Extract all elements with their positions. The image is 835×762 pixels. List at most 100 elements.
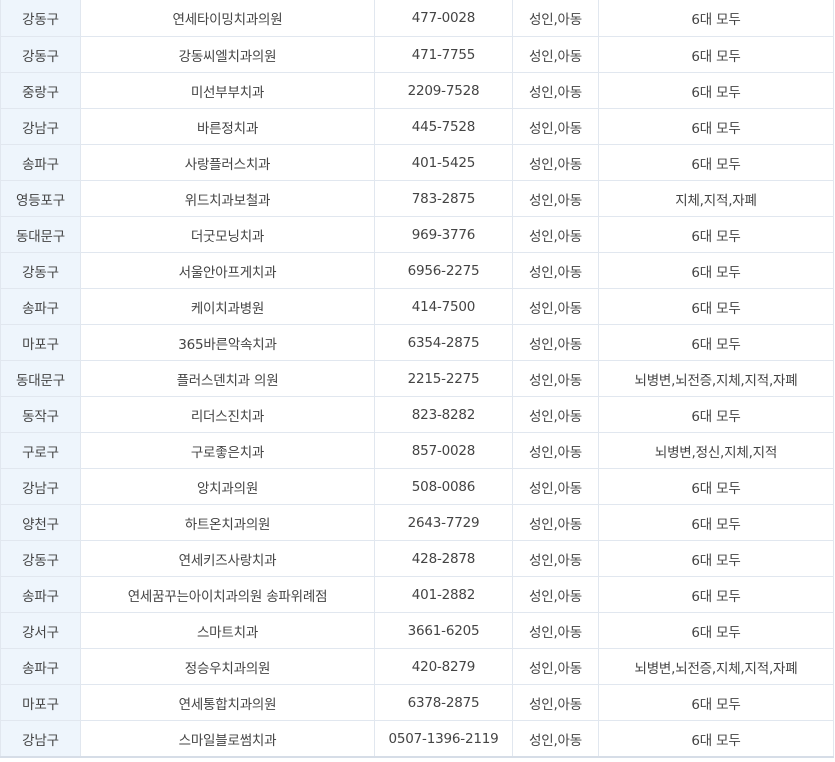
- district-cell: 송파구: [0, 648, 81, 685]
- table-row: 강동구 서울안아프게치과 6956-2275 성인,아동 6대 모두: [0, 252, 834, 289]
- table-row: 강남구 바른정치과 445-7528 성인,아동 6대 모두: [0, 108, 834, 145]
- disability-coverage-cell: 6대 모두: [598, 288, 834, 325]
- target-group-cell: 성인,아동: [512, 144, 599, 181]
- target-group-cell: 성인,아동: [512, 324, 599, 361]
- table-row: 동대문구 플러스덴치과 의원 2215-2275 성인,아동 뇌병변,뇌전증,지체,지적…: [0, 360, 834, 397]
- district-cell: 강남구: [0, 720, 81, 758]
- disability-coverage-cell: 6대 모두: [598, 396, 834, 433]
- phone-cell: 3661-6205: [374, 612, 513, 649]
- district-cell: 구로구: [0, 432, 81, 469]
- phone-cell: 857-0028: [374, 432, 513, 469]
- target-group-cell: 성인,아동: [512, 108, 599, 145]
- table-row: 구로구 구로좋은치과 857-0028 성인,아동 뇌병변,정신,지체,지적: [0, 432, 834, 469]
- target-group-cell: 성인,아동: [512, 72, 599, 109]
- target-group-cell: 성인,아동: [512, 180, 599, 217]
- clinic-name-cell: 리더스진치과: [80, 396, 375, 433]
- phone-cell: 401-5425: [374, 144, 513, 181]
- disability-coverage-cell: 뇌병변,정신,지체,지적: [598, 432, 834, 469]
- district-cell: 영등포구: [0, 180, 81, 217]
- district-cell: 송파구: [0, 576, 81, 613]
- table-row: 송파구 정승우치과의원 420-8279 성인,아동 뇌병변,뇌전증,지체,지적,자폐: [0, 648, 834, 685]
- phone-cell: 2215-2275: [374, 360, 513, 397]
- target-group-cell: 성인,아동: [512, 540, 599, 577]
- table-row: 송파구 사랑플러스치과 401-5425 성인,아동 6대 모두: [0, 144, 834, 181]
- table-row: 동작구 리더스진치과 823-8282 성인,아동 6대 모두: [0, 396, 834, 433]
- target-group-cell: 성인,아동: [512, 612, 599, 649]
- phone-cell: 508-0086: [374, 468, 513, 505]
- disability-coverage-cell: 6대 모두: [598, 684, 834, 721]
- disability-coverage-cell: 6대 모두: [598, 576, 834, 613]
- district-cell: 강남구: [0, 108, 81, 145]
- target-group-cell: 성인,아동: [512, 504, 599, 541]
- phone-cell: 401-2882: [374, 576, 513, 613]
- target-group-cell: 성인,아동: [512, 720, 599, 758]
- clinic-name-cell: 365바른악속치과: [80, 324, 375, 361]
- district-cell: 동작구: [0, 396, 81, 433]
- phone-cell: 2643-7729: [374, 504, 513, 541]
- clinic-name-cell: 바른정치과: [80, 108, 375, 145]
- disability-coverage-cell: 6대 모두: [598, 252, 834, 289]
- table-row: 강서구 스마트치과 3661-6205 성인,아동 6대 모두: [0, 612, 834, 649]
- disability-coverage-cell: 6대 모두: [598, 324, 834, 361]
- target-group-cell: 성인,아동: [512, 648, 599, 685]
- clinic-name-cell: 구로좋은치과: [80, 432, 375, 469]
- table-row: 마포구 연세통합치과의원 6378-2875 성인,아동 6대 모두: [0, 684, 834, 721]
- phone-cell: 471-7755: [374, 36, 513, 73]
- district-cell: 강동구: [0, 0, 81, 37]
- disability-coverage-cell: 6대 모두: [598, 504, 834, 541]
- disability-coverage-cell: 6대 모두: [598, 720, 834, 758]
- table-row: 중랑구 미선부부치과 2209-7528 성인,아동 6대 모두: [0, 72, 834, 109]
- target-group-cell: 성인,아동: [512, 216, 599, 253]
- clinic-name-cell: 미선부부치과: [80, 72, 375, 109]
- clinic-name-cell: 서울안아프게치과: [80, 252, 375, 289]
- clinic-name-cell: 앙치과의원: [80, 468, 375, 505]
- phone-cell: 414-7500: [374, 288, 513, 325]
- clinic-name-cell: 강동씨엘치과의원: [80, 36, 375, 73]
- clinic-name-cell: 연세타이밍치과의원: [80, 0, 375, 37]
- table-row: 마포구 365바른악속치과 6354-2875 성인,아동 6대 모두: [0, 324, 834, 361]
- disability-coverage-cell: 지체,지적,자폐: [598, 180, 834, 217]
- table-row: 강남구 앙치과의원 508-0086 성인,아동 6대 모두: [0, 468, 834, 505]
- clinic-name-cell: 더굿모닝치과: [80, 216, 375, 253]
- disability-coverage-cell: 뇌병변,뇌전증,지체,지적,자폐: [598, 360, 834, 397]
- disability-coverage-cell: 6대 모두: [598, 72, 834, 109]
- district-cell: 동대문구: [0, 216, 81, 253]
- clinic-name-cell: 스마일블로썸치과: [80, 720, 375, 758]
- district-cell: 강동구: [0, 36, 81, 73]
- district-cell: 송파구: [0, 288, 81, 325]
- phone-cell: 428-2878: [374, 540, 513, 577]
- table-row: 동대문구 더굿모닝치과 969-3776 성인,아동 6대 모두: [0, 216, 834, 253]
- clinic-name-cell: 스마트치과: [80, 612, 375, 649]
- target-group-cell: 성인,아동: [512, 360, 599, 397]
- phone-cell: 969-3776: [374, 216, 513, 253]
- clinic-name-cell: 케이치과병원: [80, 288, 375, 325]
- clinic-name-cell: 플러스덴치과 의원: [80, 360, 375, 397]
- disability-coverage-cell: 6대 모두: [598, 216, 834, 253]
- disability-coverage-cell: 뇌병변,뇌전증,지체,지적,자폐: [598, 648, 834, 685]
- district-cell: 강동구: [0, 252, 81, 289]
- phone-cell: 477-0028: [374, 0, 513, 37]
- district-cell: 마포구: [0, 324, 81, 361]
- table-row: 영등포구 위드치과보철과 783-2875 성인,아동 지체,지적,자폐: [0, 180, 834, 217]
- disability-coverage-cell: 6대 모두: [598, 540, 834, 577]
- table-row: 강동구 강동씨엘치과의원 471-7755 성인,아동 6대 모두: [0, 36, 834, 73]
- disability-coverage-cell: 6대 모두: [598, 144, 834, 181]
- target-group-cell: 성인,아동: [512, 36, 599, 73]
- disability-coverage-cell: 6대 모두: [598, 468, 834, 505]
- district-cell: 강남구: [0, 468, 81, 505]
- district-cell: 동대문구: [0, 360, 81, 397]
- table-row: 강남구 스마일블로썸치과 0507-1396-2119 성인,아동 6대 모두: [0, 720, 834, 758]
- clinic-name-cell: 사랑플러스치과: [80, 144, 375, 181]
- clinic-table-body: 강동구 연세타이밍치과의원 477-0028 성인,아동 6대 모두 강동구 강동씨엘치과의…: [0, 0, 834, 758]
- phone-cell: 2209-7528: [374, 72, 513, 109]
- disability-coverage-cell: 6대 모두: [598, 0, 834, 37]
- target-group-cell: 성인,아동: [512, 288, 599, 325]
- disability-coverage-cell: 6대 모두: [598, 36, 834, 73]
- target-group-cell: 성인,아동: [512, 576, 599, 613]
- phone-cell: 445-7528: [374, 108, 513, 145]
- clinic-table: 강동구 연세타이밍치과의원 477-0028 성인,아동 6대 모두 강동구 강동씨엘치과의…: [0, 0, 834, 758]
- clinic-name-cell: 정승우치과의원: [80, 648, 375, 685]
- table-row: 강동구 연세키즈사랑치과 428-2878 성인,아동 6대 모두: [0, 540, 834, 577]
- target-group-cell: 성인,아동: [512, 684, 599, 721]
- phone-cell: 783-2875: [374, 180, 513, 217]
